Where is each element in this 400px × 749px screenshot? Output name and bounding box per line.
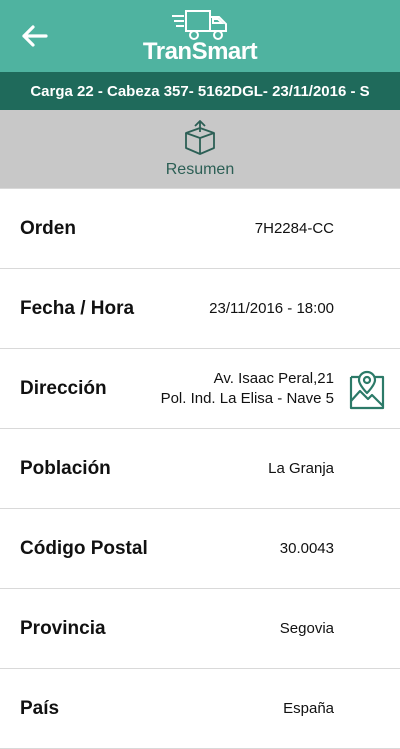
app-logo-text: TranSmart — [142, 38, 258, 65]
load-info-bar: Carga 22 - Cabeza 357- 5162DGL- 23/11/20… — [0, 72, 400, 110]
detail-row-address: Dirección Av. Isaac Peral,21 Pol. Ind. L… — [0, 349, 400, 429]
map-pin-icon — [349, 370, 385, 410]
datetime-value: 23/11/2016 - 18:00 — [209, 299, 334, 317]
detail-row-province: Provincia Segovia — [0, 589, 400, 669]
summary-label: Resumen — [165, 161, 235, 178]
detail-row-postal-code: Código Postal 30.0043 — [0, 509, 400, 589]
app-header: TranSmart — [0, 0, 400, 72]
datetime-label: Fecha / Hora — [20, 297, 135, 319]
detail-row-town: Población La Granja — [0, 429, 400, 509]
town-label: Población — [20, 457, 111, 479]
open-map-button[interactable] — [348, 369, 386, 411]
truck-icon — [172, 10, 227, 40]
summary-button[interactable]: Resumen — [0, 110, 400, 188]
detail-row-country: País España — [0, 669, 400, 749]
town-value: La Granja — [268, 459, 334, 477]
detail-row-order: Orden 7H2284-CC — [0, 189, 400, 269]
app-logo: TranSmart — [142, 8, 258, 66]
province-label: Provincia — [20, 617, 106, 639]
country-value: España — [283, 699, 334, 717]
box-upload-icon — [185, 120, 215, 155]
postal-code-label: Código Postal — [20, 537, 148, 559]
address-line-1: Av. Isaac Peral,21 — [213, 369, 334, 387]
order-label: Orden — [20, 217, 76, 239]
back-button[interactable] — [16, 18, 52, 54]
province-value: Segovia — [279, 619, 334, 637]
address-label: Dirección — [20, 377, 107, 399]
details-list: Orden 7H2284-CC Fecha / Hora 23/11/2016 … — [0, 188, 400, 749]
detail-row-datetime: Fecha / Hora 23/11/2016 - 18:00 — [0, 269, 400, 349]
address-line-2: Pol. Ind. La Elisa - Nave 5 — [160, 389, 334, 407]
country-label: País — [20, 697, 60, 719]
postal-code-value: 30.0043 — [279, 539, 334, 557]
arrow-left-icon — [22, 25, 48, 47]
order-value: 7H2284-CC — [254, 219, 334, 237]
